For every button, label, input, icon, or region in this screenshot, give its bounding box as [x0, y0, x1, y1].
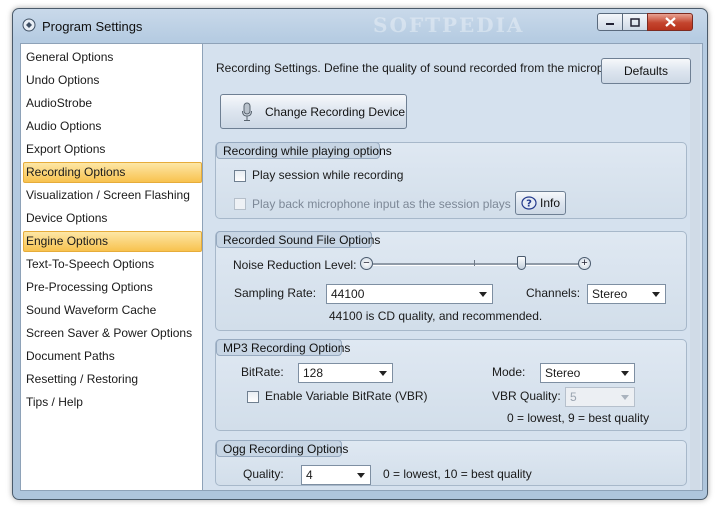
- microphone-icon: [242, 102, 252, 121]
- bitrate-select[interactable]: 128: [298, 363, 393, 383]
- info-button-label: Info: [539, 196, 560, 210]
- nav-item-screen-saver[interactable]: Screen Saver & Power Options: [23, 323, 202, 344]
- nav-item-pre-processing[interactable]: Pre-Processing Options: [23, 277, 202, 298]
- mode-label: Mode:: [492, 365, 526, 379]
- chevron-down-icon: [652, 292, 660, 297]
- slider-tick: [474, 260, 475, 266]
- channels-select[interactable]: Stereo: [587, 284, 666, 304]
- noise-reduction-track[interactable]: [373, 263, 579, 266]
- chevron-down-icon: [357, 473, 365, 478]
- mode-value: Stereo: [545, 366, 581, 380]
- vbr-checkbox[interactable]: [247, 391, 259, 403]
- channels-label: Channels:: [526, 286, 581, 300]
- recorded-file-options-group: Recorded Sound File Options Noise Reduct…: [215, 231, 687, 331]
- pane-scrollbar[interactable]: [690, 44, 700, 490]
- info-button[interactable]: ? Info: [515, 191, 566, 215]
- play-session-label: Play session while recording: [252, 168, 404, 182]
- slider-plus-icon[interactable]: +: [578, 257, 591, 270]
- mp3-options-title: MP3 Recording Options: [216, 339, 350, 356]
- nav-item-tips-help[interactable]: Tips / Help: [23, 392, 202, 413]
- minimize-button[interactable]: [597, 13, 623, 31]
- nav-item-undo-options[interactable]: Undo Options: [23, 70, 202, 91]
- maximize-button[interactable]: [622, 13, 648, 31]
- vbr-quality-note: 0 = lowest, 9 = best quality: [507, 411, 650, 425]
- nav-item-device-options[interactable]: Device Options: [23, 208, 202, 229]
- mode-select[interactable]: Stereo: [540, 363, 635, 383]
- nav-item-audiostrobe[interactable]: AudioStrobe: [23, 93, 202, 114]
- nav-item-resetting[interactable]: Resetting / Restoring: [23, 369, 202, 390]
- minimize-icon: [606, 23, 614, 25]
- defaults-button[interactable]: Defaults: [601, 58, 691, 84]
- change-recording-device-button[interactable]: Change Recording Device: [220, 94, 407, 129]
- vbr-quality-label: VBR Quality:: [492, 389, 561, 403]
- app-icon: [22, 18, 36, 32]
- noise-reduction-label: Noise Reduction Level:: [233, 258, 357, 272]
- nav-item-text-to-speech[interactable]: Text-To-Speech Options: [23, 254, 202, 275]
- channels-value: Stereo: [592, 287, 628, 301]
- chevron-down-icon: [621, 371, 629, 376]
- slider-minus-icon[interactable]: −: [360, 257, 373, 270]
- noise-reduction-thumb[interactable]: [517, 256, 526, 270]
- playback-mic-checkbox[interactable]: [234, 198, 246, 210]
- maximize-icon: [630, 17, 640, 27]
- ogg-quality-label: Quality:: [243, 467, 284, 481]
- play-session-checkbox[interactable]: [234, 170, 246, 182]
- sampling-rate-note: 44100 is CD quality, and recommended.: [329, 309, 543, 323]
- watermark: SOFTPEDIA: [373, 13, 525, 37]
- title-bar[interactable]: Program Settings SOFTPEDIA: [13, 9, 707, 39]
- vbr-quality-select[interactable]: 5: [565, 387, 635, 407]
- ogg-options-title: Ogg Recording Options: [216, 440, 348, 457]
- help-icon: ?: [521, 196, 537, 210]
- nav-item-waveform-cache[interactable]: Sound Waveform Cache: [23, 300, 202, 321]
- mp3-options-group: MP3 Recording Options BitRate: 128 Mode:…: [215, 339, 687, 431]
- nav-item-general-options[interactable]: General Options: [23, 47, 202, 68]
- program-settings-window: Program Settings SOFTPEDIA General Optio…: [12, 8, 708, 500]
- nav-item-recording-options[interactable]: Recording Options: [23, 162, 202, 183]
- ogg-quality-select[interactable]: 4: [301, 465, 371, 485]
- recorded-file-options-title: Recorded Sound File Options: [216, 231, 380, 248]
- playback-mic-label: Play back microphone input as the sessio…: [252, 197, 511, 211]
- ogg-quality-value: 4: [306, 468, 313, 482]
- nav-item-document-paths[interactable]: Document Paths: [23, 346, 202, 367]
- close-button[interactable]: [647, 13, 693, 31]
- sampling-rate-label: Sampling Rate:: [234, 286, 317, 300]
- vbr-quality-value: 5: [570, 390, 577, 404]
- settings-category-list: General Options Undo Options AudioStrobe…: [20, 43, 207, 491]
- change-recording-device-label: Change Recording Device: [265, 104, 406, 119]
- ogg-options-group: Ogg Recording Options Quality: 4 0 = low…: [215, 440, 687, 486]
- chevron-down-icon: [379, 371, 387, 376]
- vbr-label: Enable Variable BitRate (VBR): [265, 389, 428, 403]
- recording-while-playing-group: Recording while playing options Play ses…: [215, 142, 687, 219]
- nav-item-export-options[interactable]: Export Options: [23, 139, 202, 160]
- nav-item-engine-options[interactable]: Engine Options: [23, 231, 202, 252]
- bitrate-label: BitRate:: [241, 365, 284, 379]
- ogg-quality-note: 0 = lowest, 10 = best quality: [383, 467, 532, 481]
- window-title: Program Settings: [42, 19, 143, 34]
- bitrate-value: 128: [303, 366, 324, 380]
- recording-settings-pane: Recording Settings. Define the quality o…: [202, 43, 703, 491]
- nav-item-visualization[interactable]: Visualization / Screen Flashing: [23, 185, 202, 206]
- close-icon: [664, 17, 676, 27]
- chevron-down-icon: [479, 292, 487, 297]
- recording-while-playing-title: Recording while playing options: [216, 142, 392, 159]
- nav-item-audio-options[interactable]: Audio Options: [23, 116, 202, 137]
- sampling-rate-select[interactable]: 44100: [326, 284, 493, 304]
- svg-text:?: ?: [526, 199, 532, 210]
- defaults-button-label: Defaults: [623, 64, 669, 78]
- pane-description: Recording Settings. Define the quality o…: [216, 61, 634, 75]
- chevron-down-icon: [621, 395, 629, 400]
- sampling-rate-value: 44100: [331, 287, 365, 301]
